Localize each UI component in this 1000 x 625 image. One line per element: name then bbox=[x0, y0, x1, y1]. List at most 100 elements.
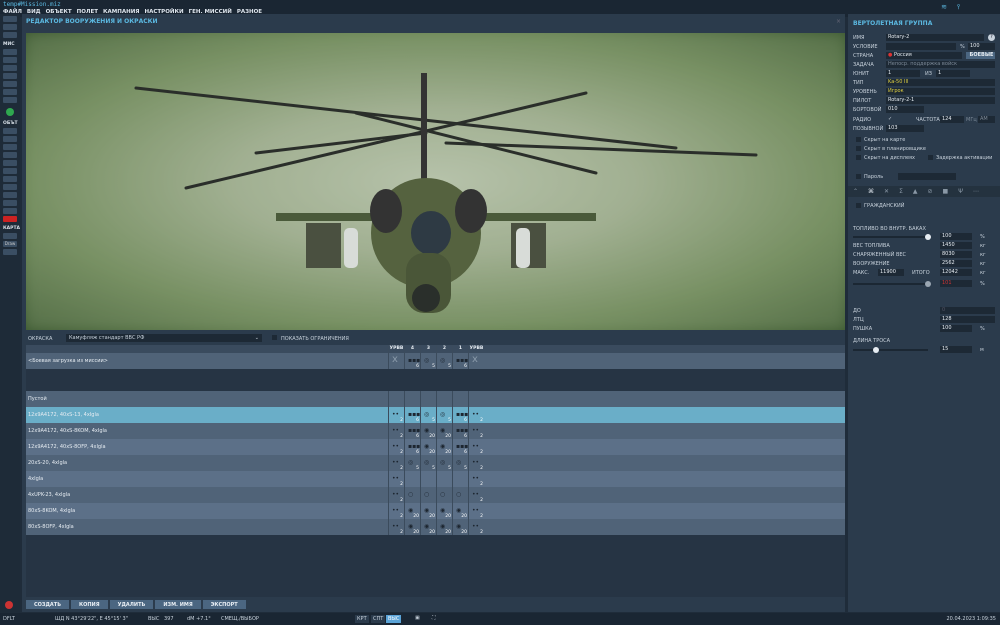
delete-button[interactable]: УДАЛИТЬ bbox=[109, 600, 154, 609]
station-cell[interactable]: ◉ 20 bbox=[436, 423, 452, 439]
station-cell[interactable]: ▪▪▪ 6 bbox=[452, 423, 468, 439]
fob-icon[interactable] bbox=[3, 184, 17, 190]
triangle-tab-icon[interactable]: ▲ bbox=[913, 188, 918, 195]
route-tab-icon[interactable]: ⌃ bbox=[853, 188, 858, 195]
task-select[interactable]: Непоср. поддержка войск bbox=[886, 61, 995, 68]
station-cell[interactable]: ◎ 5 bbox=[436, 353, 452, 369]
goals-icon[interactable] bbox=[3, 81, 17, 87]
fullscreen-icon[interactable]: ⛶ bbox=[432, 615, 436, 621]
target-icon[interactable] bbox=[3, 192, 17, 198]
station-cell[interactable]: ◎ 5 bbox=[420, 353, 436, 369]
station-cell[interactable]: ◉ 20 bbox=[404, 519, 420, 535]
station-cell[interactable]: •• 2 bbox=[468, 503, 484, 519]
close-icon[interactable]: × bbox=[836, 18, 841, 25]
hidden-display-checkbox[interactable] bbox=[856, 155, 861, 160]
station-cell[interactable]: ◎ 5 bbox=[420, 407, 436, 423]
copy-button[interactable]: КОПИЯ bbox=[71, 600, 108, 609]
station-cell[interactable] bbox=[468, 391, 484, 407]
type-select[interactable]: Ka-50 III bbox=[886, 79, 995, 86]
loadout-row[interactable]: 80xS-8OFP, 4xIgla •• 2 ◉ 20 ◉ 20 ◉ 20 ◉ 20 •• 2 bbox=[26, 519, 845, 535]
loadout-row[interactable]: 12x9A4172, 40xS-8KOM, 4xIgla •• 2 ▪▪▪ 6 ◉ 20 ◉ 2… bbox=[26, 423, 845, 439]
antenna-icon[interactable]: ⫯ bbox=[957, 3, 960, 12]
callsign-input[interactable]: 103 bbox=[886, 125, 924, 132]
station-cell[interactable]: •• 2 bbox=[388, 471, 404, 487]
open-icon[interactable] bbox=[3, 24, 17, 30]
station-cell[interactable]: x bbox=[388, 353, 404, 369]
station-cell[interactable]: ▪▪▪ 6 bbox=[404, 407, 420, 423]
static-icon[interactable] bbox=[3, 160, 17, 166]
gun-stepper[interactable]: 100 bbox=[940, 325, 972, 332]
loadout-row[interactable]: 20xS-20, 4xIgla •• 2 ◎ 5 ◎ 5 ◎ 5 ◎ 5 •• 2 bbox=[26, 455, 845, 471]
station-cell[interactable]: •• 2 bbox=[468, 407, 484, 423]
options-icon[interactable] bbox=[3, 97, 17, 103]
helicopter-icon[interactable] bbox=[3, 136, 17, 142]
loadout-row[interactable]: Пустой bbox=[26, 391, 845, 407]
station-cell[interactable] bbox=[436, 391, 452, 407]
station-cell[interactable]: ◉ 20 bbox=[404, 503, 420, 519]
station-cell[interactable]: •• 2 bbox=[468, 519, 484, 535]
station-cell[interactable]: ◉ 20 bbox=[420, 519, 436, 535]
station-cell[interactable]: •• 2 bbox=[388, 407, 404, 423]
delete-icon[interactable] bbox=[3, 216, 17, 222]
station-cell[interactable]: ◉ 20 bbox=[420, 423, 436, 439]
radio-checkbox[interactable]: ✓ bbox=[888, 116, 892, 122]
view-altitude-button[interactable]: ВЫС bbox=[386, 615, 402, 623]
payload-tab-icon[interactable]: ■ bbox=[943, 188, 949, 195]
station-cell[interactable] bbox=[404, 391, 420, 407]
station-cell[interactable]: ◎ 5 bbox=[436, 455, 452, 471]
station-cell[interactable]: ◉ 20 bbox=[452, 519, 468, 535]
station-cell[interactable] bbox=[436, 471, 452, 487]
combat-button[interactable]: БОЕВЫЕ bbox=[966, 52, 995, 59]
rope-input[interactable]: 15 bbox=[940, 346, 972, 353]
station-cell[interactable]: ○ bbox=[452, 487, 468, 503]
hidden-map-checkbox[interactable] bbox=[856, 137, 861, 142]
skill-select[interactable]: Игрок bbox=[886, 88, 995, 95]
ground-unit-icon[interactable] bbox=[3, 144, 17, 150]
unit-total-stepper[interactable]: 1 bbox=[936, 70, 970, 77]
failures-tab-icon[interactable]: ⊘ bbox=[927, 188, 932, 195]
station-cell[interactable]: ▪▪▪ 6 bbox=[452, 353, 468, 369]
station-cell[interactable]: •• 2 bbox=[468, 471, 484, 487]
unit-stepper[interactable]: 1 bbox=[886, 70, 920, 77]
loadout-row[interactable]: 80xS-8KOM, 4xIgla •• 2 ◉ 20 ◉ 20 ◉ 20 ◉ 20 •• 2 bbox=[26, 503, 845, 519]
rope-slider-knob[interactable] bbox=[873, 347, 880, 353]
more-tab-icon[interactable]: ⋯ bbox=[973, 188, 979, 195]
template-icon[interactable] bbox=[3, 168, 17, 174]
station-cell[interactable]: •• 2 bbox=[468, 439, 484, 455]
hidden-planner-checkbox[interactable] bbox=[856, 146, 861, 151]
station-cell[interactable]: •• 2 bbox=[388, 519, 404, 535]
password-input[interactable] bbox=[898, 173, 956, 180]
summary-tab-icon[interactable]: Σ bbox=[899, 188, 903, 195]
fuel-slider[interactable] bbox=[853, 234, 931, 240]
station-cell[interactable]: ▪▪▪ 6 bbox=[452, 439, 468, 455]
station-cell[interactable]: ▪▪▪ 6 bbox=[404, 439, 420, 455]
loadout-row[interactable]: 12x9A4172, 40xS-13, 4xIgla •• 2 ▪▪▪ 6 ◎ 5 ◎ 5 ▪▪▪… bbox=[26, 407, 845, 423]
check-icon[interactable] bbox=[3, 89, 17, 95]
station-cell[interactable]: ◎ 5 bbox=[420, 455, 436, 471]
aircraft-preview[interactable] bbox=[26, 33, 845, 330]
civil-checkbox[interactable] bbox=[856, 203, 861, 208]
chaff-stepper[interactable]: 0 bbox=[940, 307, 995, 314]
loadout-tab-icon[interactable]: ⌘ bbox=[868, 188, 874, 195]
loadout-row[interactable]: 12x9A4172, 40xS-8OFP, 4xIgla •• 2 ▪▪▪ 6 ◉ 20 ◉ 2… bbox=[26, 439, 845, 455]
station-cell[interactable]: ○ bbox=[436, 487, 452, 503]
station-cell[interactable]: •• 2 bbox=[468, 455, 484, 471]
view-satellite-button[interactable]: СПТ bbox=[371, 615, 386, 623]
station-cell[interactable]: ▪▪▪ 6 bbox=[404, 353, 420, 369]
station-cell[interactable] bbox=[452, 391, 468, 407]
plane-icon[interactable] bbox=[3, 128, 17, 134]
fuel-percent-input[interactable]: 100 bbox=[940, 233, 972, 240]
pilot-input[interactable]: Rotary-2-1 bbox=[886, 97, 995, 104]
briefing-icon[interactable] bbox=[3, 49, 17, 55]
station-cell[interactable] bbox=[420, 471, 436, 487]
station-cell[interactable]: ◉ 20 bbox=[420, 439, 436, 455]
station-cell[interactable]: ◉ 20 bbox=[436, 439, 452, 455]
wifi-icon[interactable]: ≋ bbox=[941, 3, 947, 12]
paint-select[interactable]: Камуфляж стандарт ВВС РФ ⌄ bbox=[66, 334, 262, 342]
condition-percent-stepper[interactable]: 100 bbox=[968, 43, 995, 50]
export-button[interactable]: ЭКСПОРТ bbox=[202, 600, 246, 609]
station-cell[interactable]: ◉ 20 bbox=[436, 503, 452, 519]
station-cell[interactable]: x bbox=[468, 353, 484, 369]
loadout-row[interactable]: <Боевая загрузка из миссии> x ▪▪▪ 6 ◎ 5 ◎ 5 ▪▪▪ 6… bbox=[26, 353, 845, 369]
name-input[interactable]: Rotary-2 bbox=[886, 34, 984, 41]
